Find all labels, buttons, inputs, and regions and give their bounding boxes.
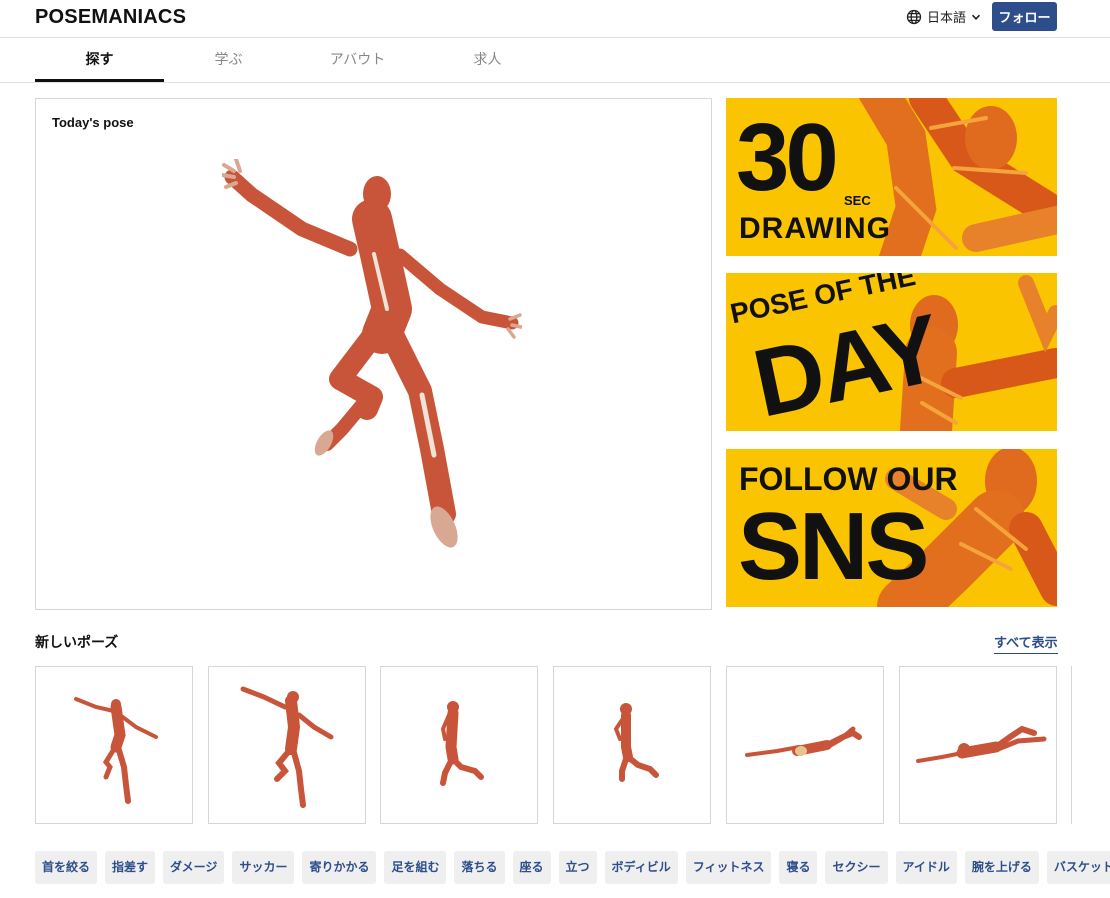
tag-chip[interactable]: 立つ — [558, 851, 597, 884]
see-all-link[interactable]: すべて表示 — [994, 632, 1058, 654]
kneeling-jump-pose-figure — [440, 701, 484, 786]
tag-chip[interactable]: バスケットボール — [1046, 851, 1110, 884]
tag-chip[interactable]: セクシー — [825, 851, 888, 884]
banner-follow-sns[interactable]: FOLLOW OUR SNS — [726, 449, 1057, 607]
new-poses-title: 新しいポーズ — [35, 634, 119, 650]
tag-list: 首を絞る 指差す ダメージ サッカー 寄りかかる 足を組む 落ちる 座る 立つ … — [35, 851, 1110, 884]
tag-chip[interactable]: 寝る — [779, 851, 818, 884]
globe-icon — [906, 9, 922, 25]
tab-jobs[interactable]: 求人 — [423, 38, 552, 82]
tab-explore[interactable]: 探す — [35, 38, 164, 82]
pose-thumbnail[interactable] — [553, 666, 711, 824]
tag-chip[interactable]: 指差す — [105, 851, 156, 884]
chevron-down-icon — [971, 12, 981, 22]
pose-thumbnail[interactable] — [35, 666, 193, 824]
pose-thumbnail[interactable] — [899, 666, 1057, 824]
lying-pose-figure — [745, 726, 862, 757]
tag-chip[interactable]: フィットネス — [685, 851, 772, 884]
next-thumbnail-edge — [1071, 666, 1072, 824]
tab-learn[interactable]: 学ぶ — [164, 38, 293, 82]
pose-thumbnail[interactable] — [726, 666, 884, 824]
tag-chip[interactable]: 足を組む — [384, 851, 447, 884]
follow-button[interactable]: フォロー — [992, 2, 1057, 31]
site-logo[interactable]: POSEMANIACS — [35, 6, 186, 29]
banner-sns-text: SNS — [738, 493, 929, 600]
tag-chip[interactable]: 首を絞る — [35, 851, 98, 884]
tag-chip[interactable]: 座る — [512, 851, 551, 884]
tab-about[interactable]: アバウト — [293, 38, 422, 82]
todays-pose-figure — [222, 159, 522, 548]
banner-sec-text: SEC — [844, 193, 871, 208]
language-selector[interactable]: 日本語 — [906, 7, 981, 26]
banner-30-text: 30 — [736, 104, 839, 211]
banner-follow-our-text: FOLLOW OUR — [739, 461, 958, 497]
lying-pose-figure — [916, 725, 1047, 763]
banner-pose-of-the-day[interactable]: POSE OF THE DAY — [726, 273, 1057, 431]
pose-thumbnail[interactable] — [208, 666, 366, 824]
pose-thumbnail[interactable] — [380, 666, 538, 824]
tag-chip[interactable]: 腕を上げる — [964, 851, 1039, 884]
banner-drawing-text: DRAWING — [739, 212, 891, 245]
tag-chip[interactable]: 落ちる — [454, 851, 505, 884]
banner-30sec-drawing[interactable]: 30 SEC DRAWING — [726, 98, 1057, 256]
tag-chip[interactable]: アイドル — [895, 851, 957, 884]
tag-chip[interactable]: サッカー — [232, 851, 295, 884]
leaping-pose-figure — [240, 686, 334, 808]
todays-pose-panel[interactable]: Today's pose — [35, 98, 712, 610]
main-tabs: 探す 学ぶ アバウト 求人 — [0, 38, 1110, 83]
tag-chip[interactable]: 寄りかかる — [302, 851, 377, 884]
leaping-pose-figure — [74, 697, 158, 804]
todays-pose-title: Today's pose — [52, 115, 134, 130]
tag-chip[interactable]: ダメージ — [163, 851, 225, 884]
site-header: POSEMANIACS 日本語 フォロー — [0, 0, 1110, 38]
tag-chip[interactable]: ボディビル — [604, 851, 678, 884]
kneeling-jump-pose-figure — [613, 703, 659, 782]
language-label: 日本語 — [927, 10, 967, 25]
